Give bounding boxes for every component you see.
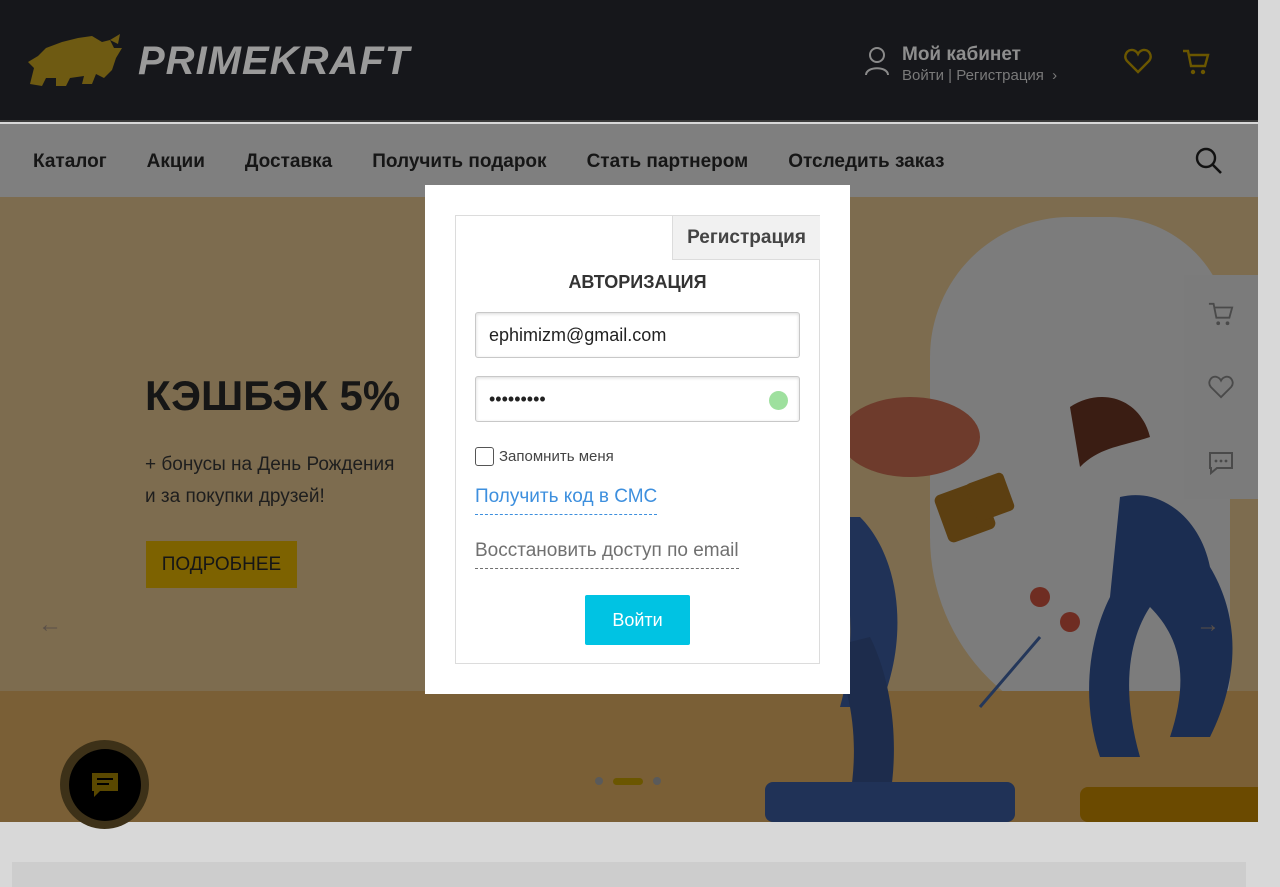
nav-item-promotions[interactable]: Акции [147,151,205,173]
register-tab[interactable]: Регистрация [672,216,820,260]
remember-me[interactable]: Запомнить меня [475,447,614,466]
arrow-right-icon[interactable]: → [1196,611,1220,639]
slider-dot-active[interactable] [613,777,643,785]
heart-icon[interactable] [1124,48,1152,74]
nav-item-track-order[interactable]: Отследить заказ [788,151,944,173]
user-icon [865,47,889,76]
account-title: Мой кабинет [902,44,1021,65]
restore-access-link[interactable]: Восстановить доступ по email [475,540,739,569]
auth-modal: Регистрация АВТОРИЗАЦИЯ ephimizm@gmail.c… [425,185,850,694]
floating-side-panel [1184,275,1258,499]
slider-dots [595,777,671,785]
arrow-left-icon[interactable]: ← [38,611,62,639]
logo[interactable]: PRIMEKRAFT [26,34,410,88]
chat-widget-button[interactable] [60,740,149,829]
chevron-right-icon: › [1052,67,1058,84]
chat-icon[interactable] [1208,451,1234,475]
slider-dot[interactable] [595,777,603,785]
sms-code-link[interactable]: Получить код в СМС [475,486,658,515]
nav-item-gift[interactable]: Получить подарок [372,151,546,173]
password-field[interactable]: ••••••••• [475,376,800,422]
nav-item-catalog[interactable]: Каталог [33,151,107,173]
register-link[interactable]: Регистрация [956,67,1044,84]
auth-title: АВТОРИЗАЦИЯ [568,272,707,292]
promo-subtitle: + бонусы на День Рождения и за покупки д… [145,449,394,513]
nav-item-delivery[interactable]: Доставка [245,151,332,173]
remember-label: Запомнить меня [499,448,614,465]
email-field[interactable]: ephimizm@gmail.com [475,312,800,358]
slider-dot[interactable] [653,777,661,785]
remember-checkbox[interactable] [475,447,494,466]
password-value: ••••••••• [489,389,546,409]
nav-item-partner[interactable]: Стать партнером [587,151,749,173]
more-button[interactable]: ПОДРОБНЕЕ [146,541,297,588]
promo-subtitle-line-1: + бонусы на День Рождения [145,454,395,475]
logo-text: PRIMEKRAFT [138,38,411,83]
promo-subtitle-line-2: и за покупки друзей! [145,486,325,507]
login-button[interactable]: Войти [585,595,690,645]
auth-card: Регистрация АВТОРИЗАЦИЯ ephimizm@gmail.c… [455,215,820,664]
rhino-logo-icon [28,34,122,86]
search-icon[interactable] [1194,146,1224,176]
promo-title: КЭШБЭК 5% [145,372,401,419]
site-header: PRIMEKRAFT Мой кабинет Войти | Регистрац… [0,0,1258,122]
links-separator: | [948,67,953,84]
message-icon [91,772,118,797]
cart-icon[interactable] [1182,48,1210,76]
account-block[interactable]: Мой кабинет Войти | Регистрация › [864,44,1057,84]
login-link[interactable]: Войти [902,67,944,84]
heart-icon[interactable] [1208,375,1234,399]
password-status-indicator [769,391,788,410]
cart-icon[interactable] [1208,301,1234,327]
page-section-below [12,862,1246,887]
